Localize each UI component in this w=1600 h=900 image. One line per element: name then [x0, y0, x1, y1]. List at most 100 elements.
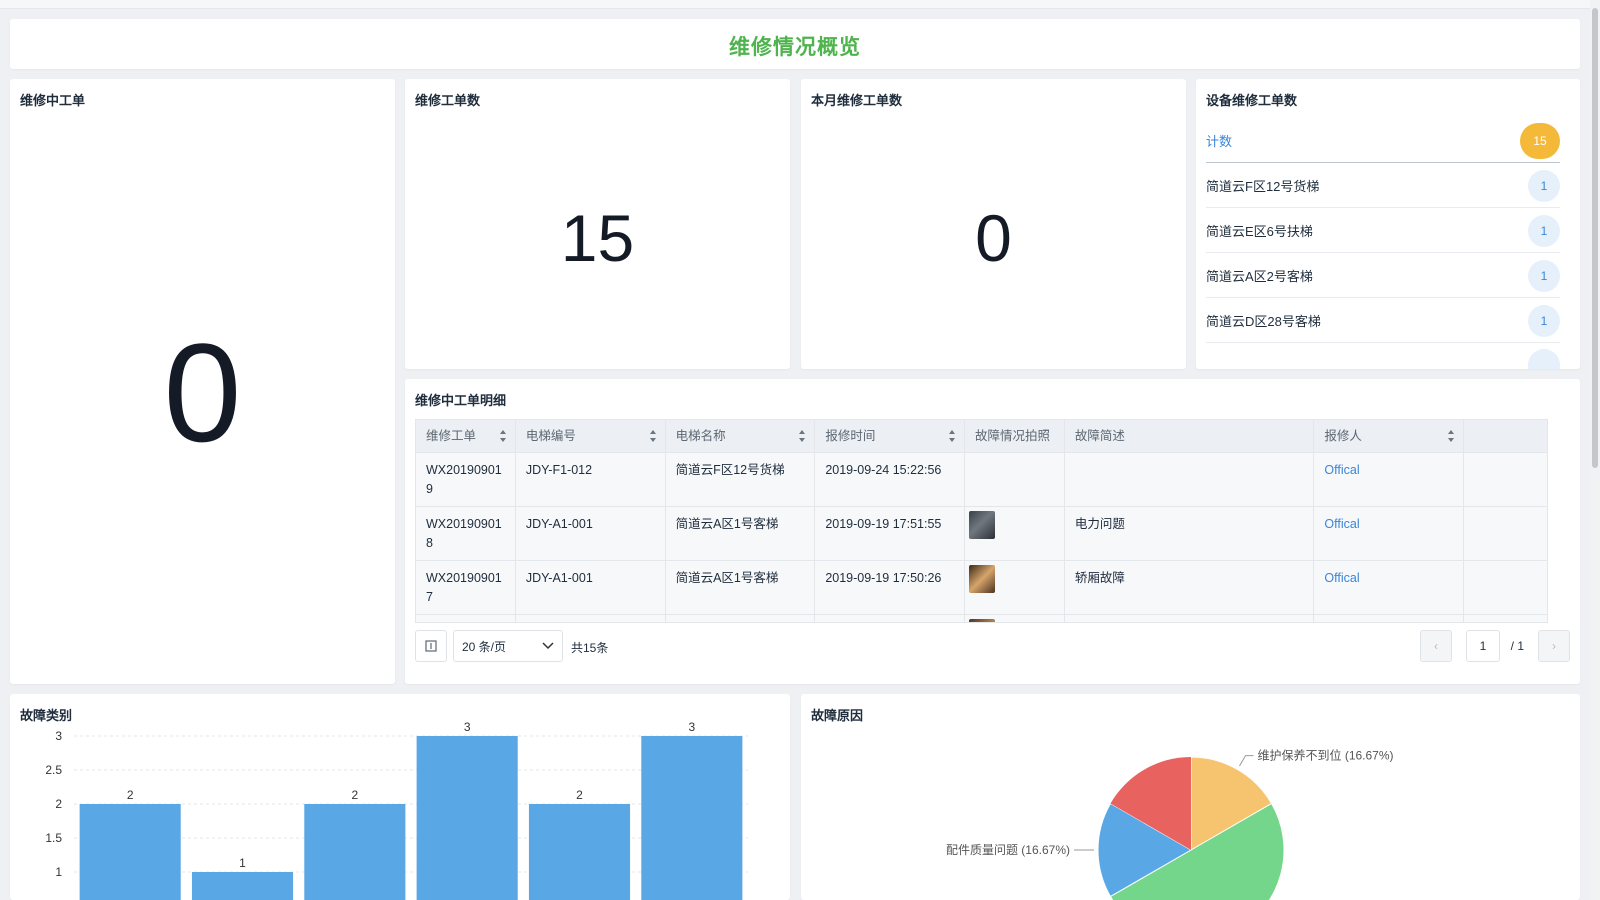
fault-desc — [1065, 453, 1315, 506]
month-orders-card: 本月维修工单数 0 — [801, 79, 1186, 369]
fault-type-bar-chart: 3 2.5 2 1.5 1 2 1 2 3 2 3 — [45, 720, 748, 900]
chevron-right-icon: › — [1552, 639, 1556, 653]
device-item[interactable]: 简道云E区6号扶梯 1 — [1206, 209, 1560, 253]
prev-page-button[interactable]: ‹ — [1420, 630, 1452, 662]
card-title: 本月维修工单数 — [811, 93, 903, 108]
fault-photo — [965, 453, 1065, 506]
page-size-select[interactable]: 20 条/页 — [453, 630, 563, 662]
device-count-badge: 1 — [1528, 214, 1560, 247]
y-tick-label: 1 — [55, 865, 62, 879]
table-row[interactable]: WX20190901 9 JDY-F1-012 简道云F区12号货梯 2019-0… — [416, 453, 1547, 507]
fault-reason-card: 故障原因 维护保养不到位 (16.67%) 配件质量问题 (16.67%) — [801, 694, 1580, 900]
sort-icon[interactable] — [949, 430, 956, 442]
column-header-empty — [1464, 420, 1547, 452]
pagination: 20 条/页 共15条 ‹ 1 / 1 › — [415, 630, 1570, 664]
scrollbar-thumb[interactable] — [1592, 8, 1598, 468]
reporter-link[interactable]: Offical — [1314, 561, 1465, 614]
sort-icon[interactable] — [799, 430, 806, 442]
table-row[interactable]: WX20190901 8 JDY-A1-001 简道云A区1号客梯 2019-09… — [416, 507, 1547, 561]
reporter-link[interactable]: Offical — [1314, 453, 1465, 506]
device-name: 简道云A区2号客梯 — [1206, 269, 1313, 284]
column-header[interactable]: 电梯编号 — [516, 420, 666, 452]
order-id: WX20190901 — [426, 517, 502, 531]
elevator-code: JDY-A1-001 — [516, 561, 666, 614]
elevator-name: 简道云A区1号客梯 — [666, 507, 816, 560]
bar-value-label: 3 — [464, 720, 471, 734]
page-scrollbar[interactable] — [1590, 0, 1600, 900]
page-input[interactable]: 1 — [1466, 630, 1500, 662]
photo-thumbnail[interactable] — [969, 511, 996, 539]
bar-value-label: 2 — [127, 788, 134, 802]
chevron-down-icon — [542, 642, 554, 650]
device-count-badge: 1 — [1528, 259, 1560, 292]
chevron-left-icon: ‹ — [1434, 639, 1438, 653]
elevator-code: JDY-F1-012 — [516, 453, 666, 506]
bar[interactable] — [416, 736, 518, 900]
y-tick-label: 1.5 — [45, 831, 62, 845]
y-tick-label: 2 — [55, 797, 62, 811]
column-header[interactable]: 报修时间 — [815, 420, 966, 452]
table-row-partial — [416, 615, 1547, 622]
device-name: 简道云E区6号扶梯 — [1206, 224, 1313, 239]
device-item[interactable]: 简道云F区12号货梯 1 — [1206, 164, 1560, 208]
sort-icon[interactable] — [649, 430, 657, 442]
table-header: 维修工单 电梯编号 电梯名称 报修时间 故障情况拍照 故障简述 报修人 — [416, 420, 1547, 453]
bar[interactable] — [304, 804, 406, 900]
report-time: 2019-09-19 17:51:55 — [815, 507, 966, 560]
fault-type-card: 故障类别 3 2.5 2 1.5 1 2 1 2 3 2 3 — [10, 694, 790, 900]
photo-thumbnail[interactable] — [969, 619, 996, 622]
reporter-link[interactable]: Offical — [1314, 507, 1465, 560]
card-title: 维修中工单 — [20, 93, 86, 108]
device-count-badge: 1 — [1528, 304, 1560, 337]
total-orders-card: 维修工单数 15 — [405, 79, 790, 369]
device-item[interactable]: 简道云A区2号客梯 1 — [1206, 254, 1560, 298]
device-count-badge-partial — [1528, 349, 1560, 369]
elevator-code: JDY-A1-001 — [516, 507, 666, 560]
device-count-badge: 1 — [1528, 169, 1560, 202]
fault-reason-pie-chart: 维护保养不到位 (16.67%) 配件质量问题 (16.67%) — [946, 748, 1394, 900]
card-title: 维修中工单明细 — [415, 393, 507, 408]
sort-icon[interactable] — [499, 430, 507, 442]
card-title: 维修工单数 — [415, 93, 481, 108]
count-label: 计数 — [1206, 134, 1233, 149]
device-orders-card: 设备维修工单数 计数 15 简道云F区12号货梯 1 简道云E区6号扶梯 1 简… — [1196, 79, 1580, 369]
order-id: WX20190901 — [426, 571, 502, 585]
column-header: 故障简述 — [1065, 420, 1315, 452]
export-button[interactable] — [415, 630, 447, 662]
device-name: 简道云D区28号客梯 — [1206, 314, 1321, 329]
order-id: WX20190901 — [426, 463, 502, 477]
fault-desc: 电力问题 — [1065, 507, 1315, 560]
page-total: / 1 — [1510, 639, 1524, 653]
column-header[interactable]: 维修工单 — [416, 420, 516, 452]
photo-thumbnail[interactable] — [969, 565, 996, 593]
device-name: 简道云F区12号货梯 — [1206, 179, 1320, 194]
next-page-button[interactable]: › — [1538, 630, 1570, 662]
sort-icon[interactable] — [1448, 430, 1455, 442]
column-header[interactable]: 报修人 — [1314, 420, 1465, 452]
elevator-name: 简道云A区1号客梯 — [666, 561, 816, 614]
bar[interactable] — [528, 804, 631, 900]
pie-label-line — [1239, 755, 1254, 767]
column-header[interactable]: 电梯名称 — [666, 420, 816, 452]
bar[interactable] — [641, 736, 743, 900]
bar-value-label: 3 — [688, 720, 695, 734]
card-title: 设备维修工单数 — [1206, 93, 1298, 108]
y-tick-label: 3 — [55, 729, 62, 743]
in-progress-card: 维修中工单 0 — [10, 79, 395, 684]
in-progress-value: 0 — [163, 314, 242, 471]
overview-banner: 维修情况概览 — [10, 19, 1580, 69]
top-bar — [0, 0, 1600, 9]
bar-value-label: 1 — [239, 856, 246, 870]
device-item[interactable]: 简道云D区28号客梯 1 — [1206, 299, 1560, 343]
page-title: 维修情况概览 — [729, 36, 861, 59]
y-tick-label: 2.5 — [45, 763, 62, 777]
bar[interactable] — [79, 804, 181, 900]
pie-label: 配件质量问题 (16.67%) — [946, 843, 1070, 857]
table-row[interactable]: WX20190901 7 JDY-A1-001 简道云A区1号客梯 2019-09… — [416, 561, 1547, 615]
fault-photo[interactable] — [965, 561, 1065, 614]
detail-table: 维修工单 电梯编号 电梯名称 报修时间 故障情况拍照 故障简述 报修人 WX20… — [415, 419, 1548, 623]
bar[interactable] — [191, 872, 294, 900]
detail-card: 维修中工单明细 维修工单 电梯编号 电梯名称 报修时间 故障情况拍照 故障简述 … — [405, 379, 1580, 684]
fault-photo[interactable] — [965, 507, 1065, 560]
export-icon — [425, 640, 437, 652]
